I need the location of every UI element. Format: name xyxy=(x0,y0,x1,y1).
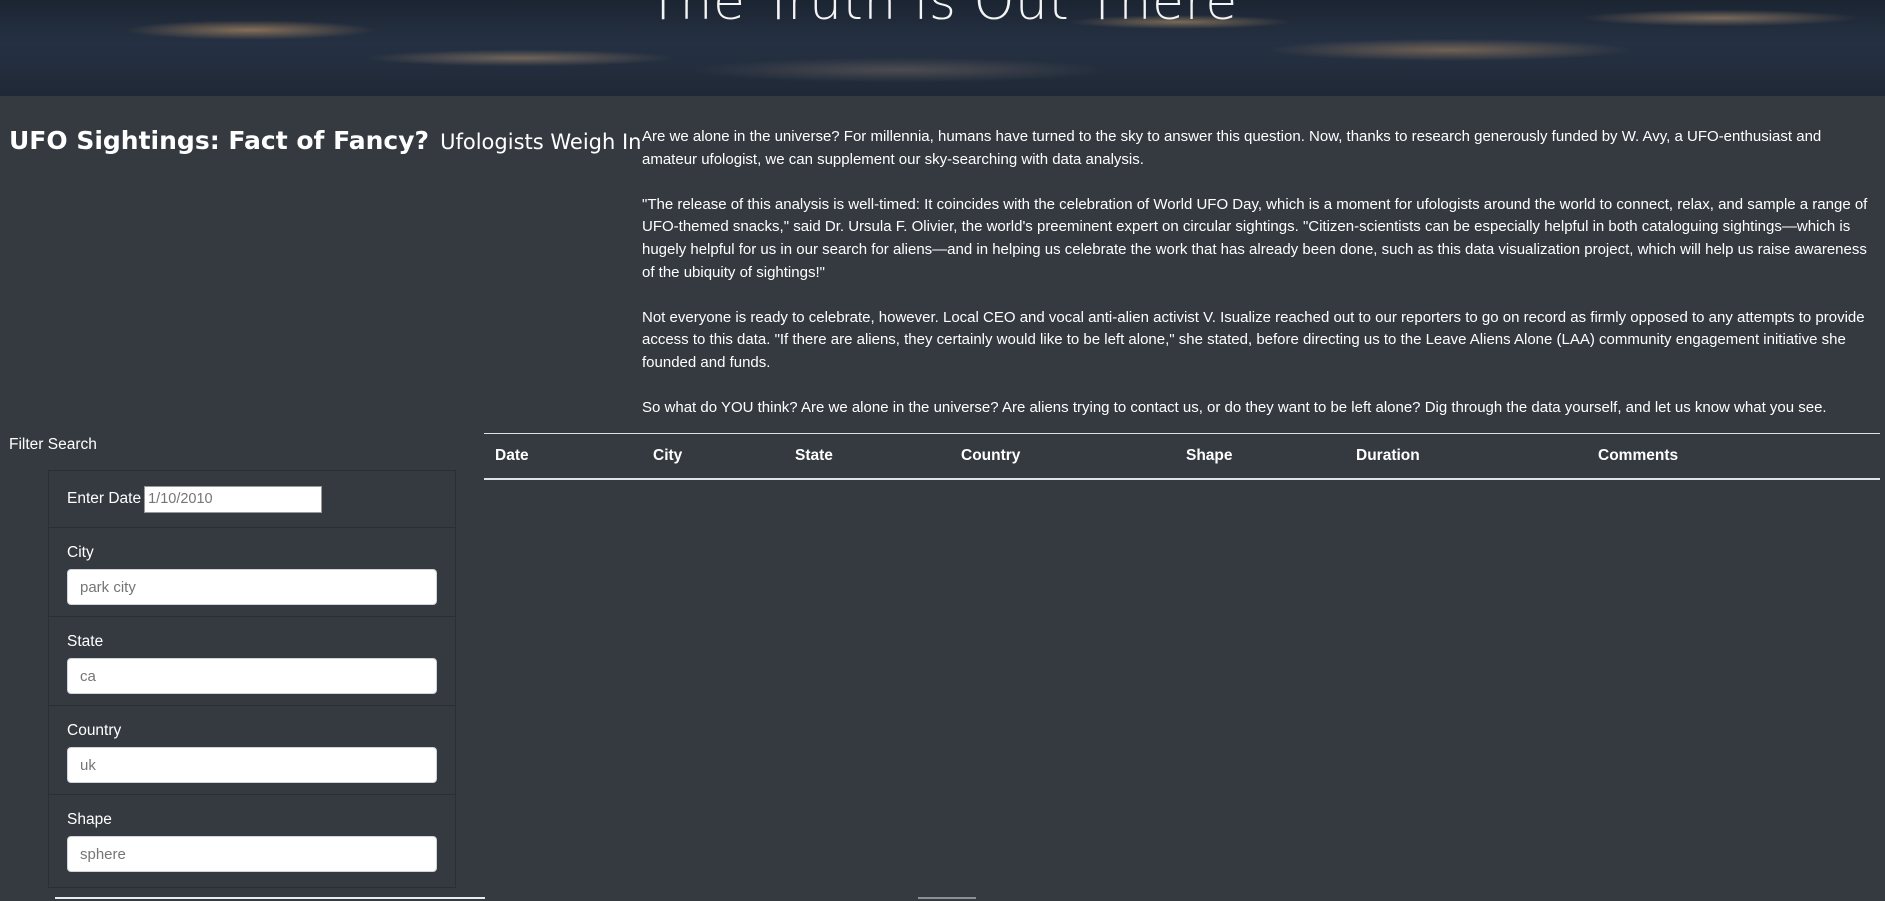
headline-subtitle: Ufologists Weigh In xyxy=(440,130,642,154)
hero-title: The Truth is Out There xyxy=(647,0,1238,32)
filter-item-country: Country xyxy=(49,706,455,795)
filter-item-date: Enter Date xyxy=(49,471,455,528)
filter-item-state: State xyxy=(49,617,455,706)
page-footer-divider xyxy=(55,897,485,899)
table-header-row: Date City State Country Shape Duration C… xyxy=(484,433,1880,480)
article-paragraph: Are we alone in the universe? For millen… xyxy=(642,128,1822,168)
city-label: City xyxy=(67,544,94,561)
shape-label: Shape xyxy=(67,811,112,828)
state-label: State xyxy=(67,633,104,650)
article-paragraph: So what do YOU think? Are we alone in th… xyxy=(642,399,1827,417)
date-label: Enter Date xyxy=(67,490,142,507)
column-header-city: City xyxy=(642,433,784,480)
filter-item-shape: Shape xyxy=(49,795,455,884)
filter-panel: Enter Date City State Country Shape xyxy=(48,470,456,888)
column-header-date: Date xyxy=(484,433,642,480)
headline-main: UFO Sightings: Fact of Fancy? xyxy=(9,126,430,155)
article-paragraph: Not everyone is ready to celebrate, howe… xyxy=(642,308,1865,371)
page-headline: UFO Sightings: Fact of Fancy? Ufologists… xyxy=(9,126,641,155)
column-header-duration: Duration xyxy=(1345,433,1587,480)
date-input[interactable] xyxy=(144,485,323,513)
article-paragraph: "The release of this analysis is well-ti… xyxy=(642,195,1868,281)
ufo-sightings-table: Date City State Country Shape Duration C… xyxy=(484,433,1880,480)
column-header-country: Country xyxy=(950,433,1175,480)
filter-item-city: City xyxy=(49,528,455,617)
column-header-state: State xyxy=(784,433,950,480)
hero-banner: The Truth is Out There xyxy=(0,0,1885,96)
column-header-comments: Comments xyxy=(1587,433,1880,480)
horizontal-scrollbar-thumb[interactable] xyxy=(918,897,976,899)
country-input[interactable] xyxy=(67,747,437,783)
country-label: Country xyxy=(67,722,122,739)
article-body: Are we alone in the universe? For millen… xyxy=(642,126,1874,442)
state-input[interactable] xyxy=(67,658,437,694)
city-input[interactable] xyxy=(67,569,437,605)
shape-input[interactable] xyxy=(67,836,437,872)
filter-search-title: Filter Search xyxy=(9,436,97,453)
column-header-shape: Shape xyxy=(1175,433,1345,480)
